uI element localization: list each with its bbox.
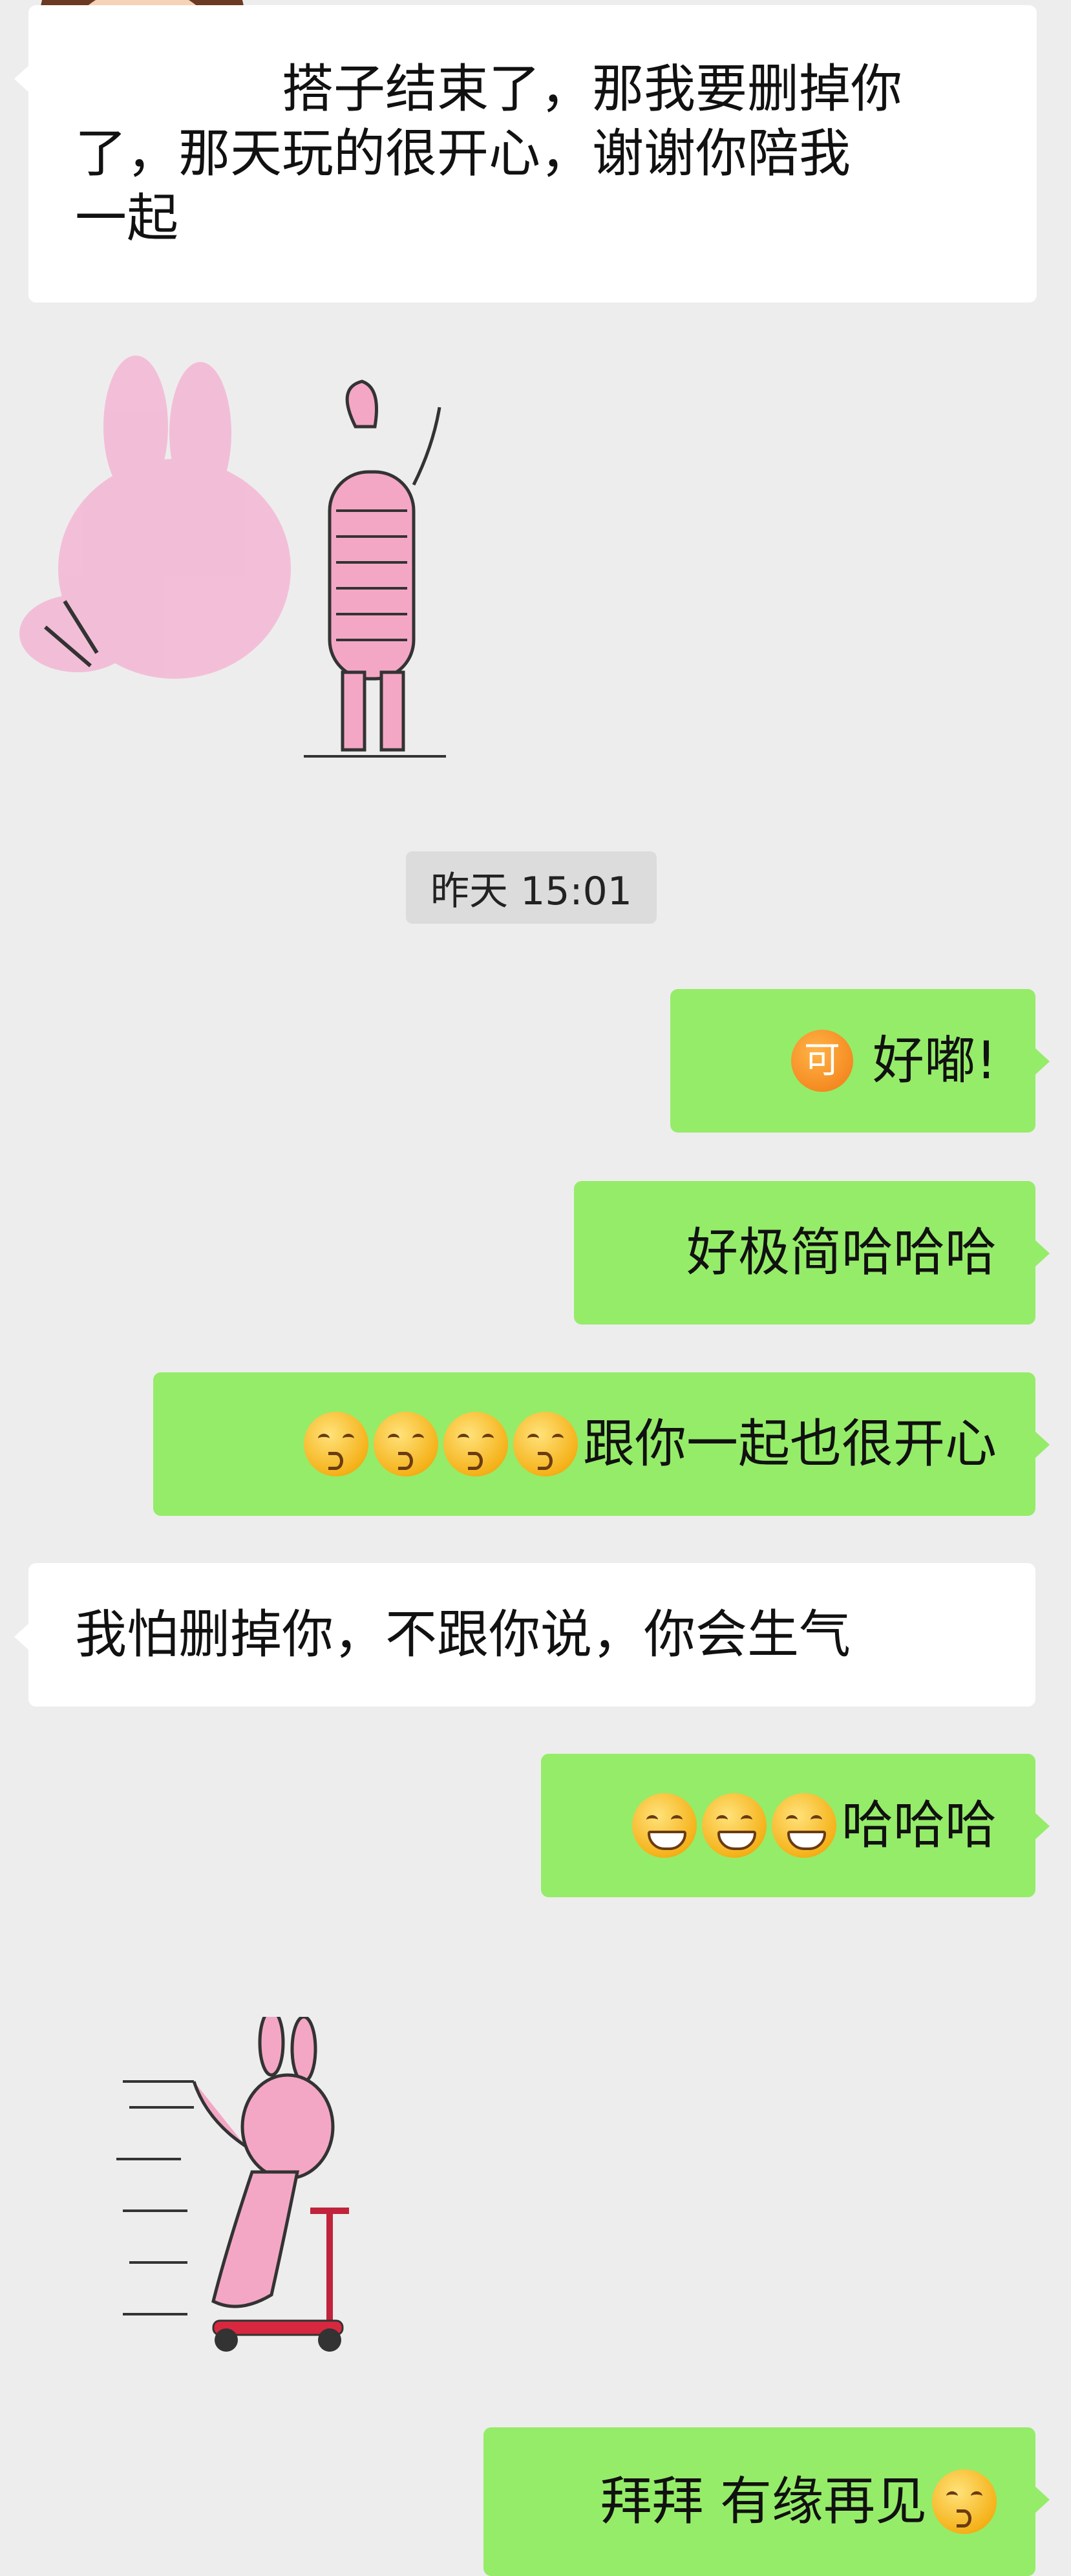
message-text-line: 搭子结束了，那我要删掉你 [282,59,902,119]
outgoing-message-4[interactable]: 跟你一起也很开心 [153,1372,1050,1516]
ke-icon: 可 [790,1030,853,1092]
sticker-rabbit-waving[interactable] [19,356,472,776]
message-text: 跟你一起也很开心 [583,1414,997,1474]
kissing-emoji-icon [443,1412,508,1476]
kissing-emoji-icon [932,2469,997,2534]
message-text-line: 了，那天玩的很开心，谢谢你陪我 [75,123,851,184]
grinning-emoji-icon [772,1793,836,1858]
grinning-emoji-icon [632,1793,697,1858]
message-text: 哈哈哈 [842,1795,997,1855]
outgoing-message-6[interactable]: 哈哈哈 [541,1754,1050,1897]
message-text: 拜拜 有缘再见 [600,2471,927,2531]
incoming-message-1[interactable]: 搭子结束了，那我要删掉你 了，那天玩的很开心，谢谢你陪我 一起 [14,5,1037,303]
chat-timestamp: 昨天 15:01 [406,851,657,924]
message-text: 好嘟! [872,1030,997,1091]
grinning-emoji-icon [702,1793,767,1858]
message-text: 我怕删掉你，不跟你说，你会生气 [75,1604,851,1665]
message-text-line: 一起 [75,188,178,248]
kissing-emoji-icon [513,1412,578,1476]
sticker-rabbit-scooter[interactable] [116,2008,401,2366]
kissing-emoji-icon [304,1412,368,1476]
pink-rabbit-sticker-icon [19,356,446,758]
incoming-message-5[interactable]: 我怕删掉你，不跟你说，你会生气 [14,1563,1035,1707]
outgoing-message-2[interactable]: 可 好嘟! [670,989,1050,1133]
kissing-emoji-icon [374,1412,438,1476]
outgoing-message-3[interactable]: 好极简哈哈哈 [574,1181,1050,1325]
pink-rabbit-scooter-icon [116,2008,349,2352]
message-text: 好极简哈哈哈 [686,1222,997,1283]
outgoing-message-7[interactable]: 拜拜 有缘再见 [483,2427,1050,2576]
